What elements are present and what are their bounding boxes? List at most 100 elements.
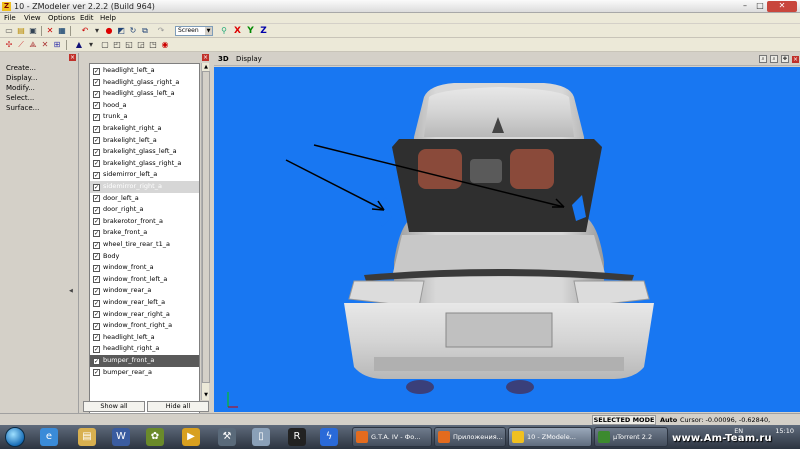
menu-help[interactable]: Help xyxy=(100,13,116,23)
save-icon[interactable]: ▣ xyxy=(28,26,38,36)
object-list-item[interactable]: ✓ headlight_glass_right_a xyxy=(90,77,199,89)
properties-icon[interactable]: ▦ xyxy=(57,26,67,36)
select-window-icon[interactable]: ◳ xyxy=(148,40,158,50)
maximize-button[interactable]: □ xyxy=(753,1,767,12)
object-mode-icon[interactable]: ✕ xyxy=(40,40,50,50)
visibility-checkbox[interactable]: ✓ xyxy=(93,241,100,249)
close-icon[interactable]: × xyxy=(202,54,209,61)
visibility-checkbox[interactable]: ✓ xyxy=(93,67,100,75)
object-list-item[interactable]: ✓ headlight_glass_left_a xyxy=(90,88,199,100)
visibility-checkbox[interactable]: ✓ xyxy=(93,334,100,342)
object-list-item[interactable]: ✓ brakelight_glass_right_a xyxy=(90,158,199,170)
cmd-display[interactable]: Display... xyxy=(6,74,37,83)
visibility-checkbox[interactable]: ✓ xyxy=(93,79,100,87)
visibility-checkbox[interactable]: ✓ xyxy=(93,369,100,377)
object-list-item[interactable]: ✓ bumper_rear_a xyxy=(90,367,199,379)
taskbar-button-apps[interactable]: Приложения... xyxy=(434,427,506,447)
vertex-mode-icon[interactable]: ✣ xyxy=(4,40,14,50)
delete-icon[interactable]: ✕ xyxy=(45,26,55,36)
internet-explorer-icon[interactable]: e xyxy=(40,428,58,446)
object-list-item[interactable]: ✓ headlight_left_a xyxy=(90,65,199,77)
explorer-folder-icon[interactable]: ▤ xyxy=(78,428,96,446)
select-all-icon[interactable]: ▢ xyxy=(100,40,110,50)
media-player-icon[interactable]: ▶ xyxy=(182,428,200,446)
object-list-item[interactable]: ✓ sidemirror_right_a xyxy=(90,181,199,193)
visibility-checkbox[interactable]: ✓ xyxy=(93,311,100,319)
object-list-item[interactable]: ✓ bumper_front_a xyxy=(90,355,199,367)
visibility-checkbox[interactable]: ✓ xyxy=(93,125,100,133)
object-list-item[interactable]: ✓ hood_a xyxy=(90,100,199,112)
cmd-modify[interactable]: Modify... xyxy=(6,84,35,93)
object-list-item[interactable]: ✓ window_rear_right_a xyxy=(90,309,199,321)
select-none-icon[interactable]: ◰ xyxy=(112,40,122,50)
object-list-item[interactable]: ✓ door_right_a xyxy=(90,204,199,216)
close-icon[interactable]: × xyxy=(792,56,799,63)
coordinate-space-select[interactable]: Screen ▼ xyxy=(175,26,213,36)
dropdown-arrow-icon[interactable]: ▾ xyxy=(86,40,96,50)
cmd-create[interactable]: Create... xyxy=(6,64,36,73)
selection-mode-indicator[interactable]: SELECTED MODE xyxy=(592,415,656,425)
visibility-checkbox[interactable]: ✓ xyxy=(93,195,100,203)
butterfly-app-icon[interactable]: ✿ xyxy=(146,428,164,446)
visibility-checkbox[interactable]: ✓ xyxy=(93,357,100,365)
object-list-item[interactable]: ✓ headlight_right_a xyxy=(90,343,199,355)
show-all-button[interactable]: Show all xyxy=(83,401,145,412)
grid-icon[interactable]: ⊞ xyxy=(52,40,62,50)
visibility-checkbox[interactable]: ✓ xyxy=(93,102,100,110)
visibility-checkbox[interactable]: ✓ xyxy=(93,264,100,272)
taskbar-button-utorrent[interactable]: µTorrent 2.2 xyxy=(594,427,668,447)
undo-icon[interactable]: ↶ xyxy=(80,26,90,36)
visibility-checkbox[interactable]: ✓ xyxy=(93,137,100,145)
copy-icon[interactable]: ⧉ xyxy=(140,26,150,36)
axis-y-button[interactable]: Y xyxy=(245,25,256,37)
visibility-checkbox[interactable]: ✓ xyxy=(93,253,100,261)
3d-viewport[interactable] xyxy=(214,67,800,412)
visibility-checkbox[interactable]: ✓ xyxy=(93,229,100,237)
scroll-up-icon[interactable]: ▲ xyxy=(202,63,210,71)
viewport-mode-label[interactable]: 3D xyxy=(218,55,229,64)
menu-options[interactable]: Options xyxy=(48,13,75,23)
cmd-surface[interactable]: Surface... xyxy=(6,104,39,113)
select-by-name-icon[interactable]: ◲ xyxy=(136,40,146,50)
visibility-checkbox[interactable]: ✓ xyxy=(93,148,100,156)
phone-app-icon[interactable]: ▯ xyxy=(252,428,270,446)
visibility-checkbox[interactable]: ✓ xyxy=(93,90,100,98)
visibility-checkbox[interactable]: ✓ xyxy=(93,113,100,121)
visibility-checkbox[interactable]: ✓ xyxy=(93,206,100,214)
walk-icon[interactable]: ⚲ xyxy=(219,26,229,36)
object-list-item[interactable]: ✓ headlight_left_a xyxy=(90,332,199,344)
dropdown-arrow-icon[interactable]: ▾ xyxy=(92,26,102,36)
minimize-button[interactable]: – xyxy=(738,1,752,12)
visibility-checkbox[interactable]: ✓ xyxy=(93,299,100,307)
object-list-item[interactable]: ✓ trunk_a xyxy=(90,111,199,123)
viewport-display-menu[interactable]: Display xyxy=(236,55,262,64)
visibility-checkbox[interactable]: ✓ xyxy=(93,287,100,295)
object-list-item[interactable]: ✓ sidemirror_left_a xyxy=(90,169,199,181)
invert-selection-icon[interactable]: ◱ xyxy=(124,40,134,50)
word-icon[interactable]: W xyxy=(112,428,130,446)
open-folder-icon[interactable]: ▤ xyxy=(16,26,26,36)
face-mode-icon[interactable]: ⟁ xyxy=(28,40,38,50)
visibility-checkbox[interactable]: ✓ xyxy=(93,183,100,191)
menu-view[interactable]: View xyxy=(24,13,41,23)
close-button[interactable]: ✕ xyxy=(767,1,797,12)
object-list-item[interactable]: ✓ brakelight_glass_left_a xyxy=(90,146,199,158)
tools-icon[interactable]: ⚒ xyxy=(218,428,236,446)
collapse-arrow-icon[interactable]: ◀ xyxy=(69,288,73,294)
visibility-checkbox[interactable]: ✓ xyxy=(93,171,100,179)
select-mode-icon[interactable]: ◩ xyxy=(116,26,126,36)
taskbar-button-gta[interactable]: G.T.A. IV - Фо... xyxy=(352,427,432,447)
object-list-item[interactable]: ✓ brakerotor_front_a xyxy=(90,216,199,228)
new-file-icon[interactable]: ▭ xyxy=(4,26,14,36)
object-list-item[interactable]: ✓ Body xyxy=(90,251,199,263)
visibility-checkbox[interactable]: ✓ xyxy=(93,218,100,226)
zoom-extents-icon[interactable]: ⌕ xyxy=(770,55,778,63)
cmd-select[interactable]: Select... xyxy=(6,94,34,103)
select-region-icon[interactable]: ◉ xyxy=(160,40,170,50)
visibility-checkbox[interactable]: ✓ xyxy=(93,345,100,353)
object-list-item[interactable]: ✓ brakelight_right_a xyxy=(90,123,199,135)
scroll-down-icon[interactable]: ▼ xyxy=(202,391,210,399)
taskbar-button-zmodeler[interactable]: 10 - ZModele... xyxy=(508,427,592,447)
axis-x-button[interactable]: X xyxy=(232,25,243,37)
menu-edit[interactable]: Edit xyxy=(80,13,94,23)
